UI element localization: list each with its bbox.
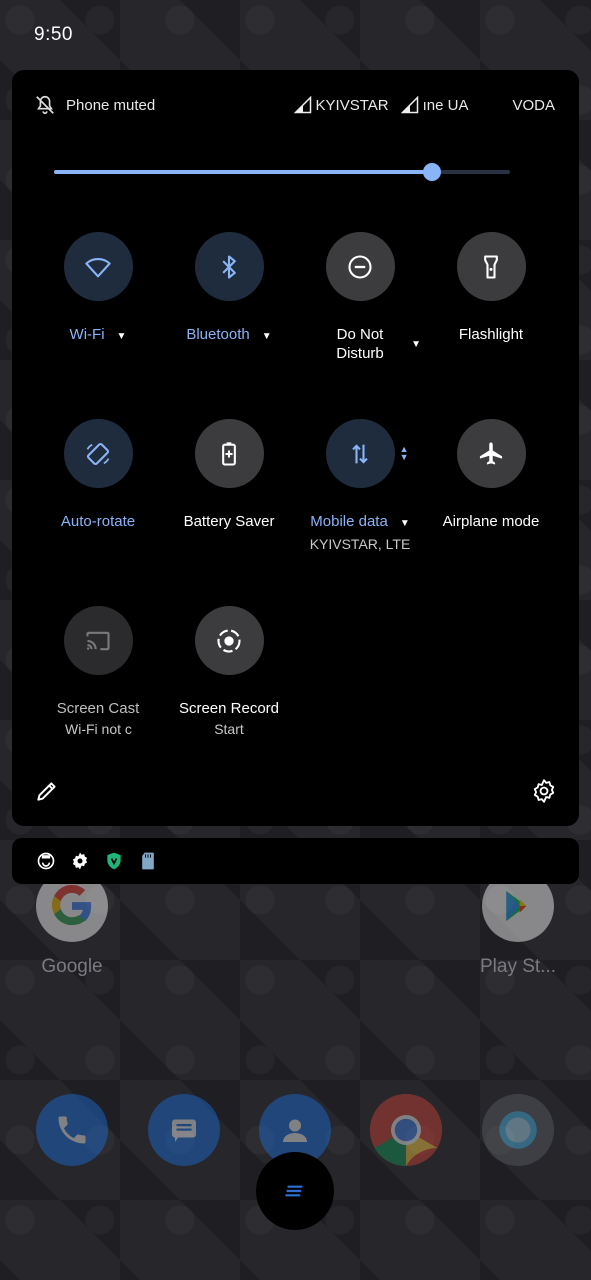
- caret-down-icon[interactable]: ▼: [411, 335, 421, 354]
- tile-label: Bluetooth ▼: [186, 325, 271, 346]
- tile-label: Screen Cast: [57, 699, 140, 718]
- camera-icon[interactable]: [482, 1094, 554, 1166]
- tile-bluetooth[interactable]: Bluetooth ▼: [159, 232, 299, 346]
- carrier-list: KYIVSTAR ıne UA VODA: [293, 96, 555, 114]
- tile-airplane-mode[interactable]: Airplane mode: [421, 419, 561, 531]
- carrier-name: VODA: [512, 96, 555, 114]
- tile-label-text: Do Not Disturb: [336, 326, 384, 362]
- gear-icon: [72, 852, 88, 870]
- auto-rotate-toggle[interactable]: [63, 419, 133, 488]
- bluetooth-toggle[interactable]: [194, 232, 264, 301]
- notification-icon-strip[interactable]: [12, 838, 579, 884]
- settings-button[interactable]: [531, 778, 557, 804]
- tile-label: Wi-Fi ▼: [70, 325, 127, 346]
- tile-auto-rotate[interactable]: Auto-rotate: [28, 419, 168, 531]
- status-time: 9:50: [34, 24, 73, 45]
- tile-label: Do Not Disturb ▼: [315, 325, 421, 363]
- dnd-toggle[interactable]: [325, 232, 395, 301]
- tile-label: Airplane mode: [443, 512, 540, 531]
- screen-cast-icon: [86, 631, 110, 650]
- tile-wifi[interactable]: Wi-Fi ▼: [28, 232, 168, 346]
- auto-rotate-icon: [86, 442, 110, 465]
- wifi-toggle[interactable]: [63, 232, 133, 301]
- tile-label-text: Wi-Fi: [69, 326, 105, 343]
- edit-button[interactable]: [34, 778, 60, 804]
- bluetooth-icon: [222, 254, 236, 279]
- airplane-icon: [479, 441, 503, 464]
- tile-battery-saver[interactable]: Battery Saver: [159, 419, 299, 531]
- caret-down-icon[interactable]: ▼: [262, 327, 272, 346]
- tile-label-text: Battery Saver: [183, 513, 275, 530]
- app-drawer-button[interactable]: [256, 1152, 334, 1230]
- home-app-play-store[interactable]: Play St...: [468, 870, 568, 978]
- battery-saver-toggle[interactable]: [194, 419, 264, 488]
- tile-label-text: Bluetooth: [186, 326, 250, 343]
- carrier-name: KYIVSTAR: [315, 96, 389, 114]
- signal-icon: [400, 96, 418, 114]
- flashlight-icon: [484, 254, 498, 279]
- tile-flashlight[interactable]: Flashlight: [421, 232, 561, 344]
- brightness-slider[interactable]: [54, 162, 510, 182]
- tile-screen-cast[interactable]: Screen Cast Wi-Fi not c: [28, 606, 168, 737]
- app-label-google: Google: [41, 956, 103, 977]
- bell-off-icon: [36, 95, 54, 115]
- sd-card-icon: [142, 852, 154, 870]
- tile-sublabel: Start: [214, 721, 244, 737]
- flashlight-toggle[interactable]: [456, 232, 526, 301]
- app-label-play-store: Play St...: [479, 956, 557, 977]
- screen-record-toggle[interactable]: [194, 606, 264, 675]
- wifi-icon: [85, 257, 111, 277]
- tile-do-not-disturb[interactable]: Do Not Disturb ▼: [290, 232, 430, 363]
- data-activity-icon: ▲ ▼: [399, 444, 409, 462]
- brightness-thumb[interactable]: [423, 163, 442, 181]
- chrome-icon[interactable]: [370, 1094, 442, 1166]
- carrier-3: VODA: [512, 97, 555, 114]
- ringer-status[interactable]: Phone muted: [34, 94, 155, 116]
- gear-icon: [533, 779, 555, 803]
- shield-icon: [107, 852, 121, 870]
- screen-cast-toggle[interactable]: [63, 606, 133, 675]
- screen-record-icon: [217, 628, 241, 653]
- airplane-toggle[interactable]: [456, 419, 526, 488]
- home-app-google[interactable]: Google: [22, 870, 122, 978]
- tile-label: Mobile data ▼: [310, 512, 409, 533]
- caret-down-icon[interactable]: ▼: [117, 327, 127, 346]
- carrier-name: ıne UA: [422, 96, 469, 114]
- qs-header: Phone muted KYIVSTAR ıne UA VODA: [12, 90, 579, 120]
- signal-icon: [293, 96, 311, 114]
- mobile-data-icon: [352, 443, 368, 464]
- drawer-lines-icon: [285, 1185, 303, 1197]
- brightness-fill: [54, 170, 433, 174]
- tile-label-text: Auto-rotate: [60, 513, 136, 530]
- tile-label-text: Mobile data: [310, 513, 388, 530]
- tile-label: Flashlight: [459, 325, 523, 344]
- tile-sublabel: Wi-Fi not c: [65, 721, 132, 737]
- tile-label-text: Screen Cast: [56, 700, 140, 717]
- carrier-1: KYIVSTAR: [293, 96, 389, 114]
- tile-label: Screen Record: [179, 699, 279, 718]
- tile-label-text: Flashlight: [458, 326, 524, 343]
- messages-icon[interactable]: [148, 1094, 220, 1166]
- tile-sublabel: KYIVSTAR, LTE: [309, 536, 411, 552]
- caret-down-icon[interactable]: ▼: [400, 514, 410, 533]
- mobile-data-toggle[interactable]: ▲ ▼: [325, 419, 409, 488]
- carrier-2: ıne UA: [400, 96, 469, 114]
- phone-icon[interactable]: [36, 1094, 108, 1166]
- do-not-disturb-icon: [348, 254, 372, 279]
- tile-label: Battery Saver: [184, 512, 275, 531]
- tile-label-text: Airplane mode: [442, 513, 540, 530]
- tile-label: Auto-rotate: [61, 512, 135, 531]
- face-icon: [37, 852, 55, 870]
- tile-label-text: Screen Record: [178, 700, 280, 717]
- quick-settings-panel: Phone muted KYIVSTAR ıne UA VODA Wi-Fi ▼…: [12, 70, 579, 826]
- tile-mobile-data[interactable]: ▲ ▼ Mobile data ▼ KYIVSTAR, LTE: [290, 419, 430, 552]
- qs-footer: [12, 778, 579, 808]
- pencil-icon: [37, 782, 56, 801]
- tile-screen-record[interactable]: Screen Record Start: [159, 606, 299, 737]
- battery-saver-icon: [222, 441, 236, 466]
- ringer-status-label: Phone muted: [66, 96, 156, 114]
